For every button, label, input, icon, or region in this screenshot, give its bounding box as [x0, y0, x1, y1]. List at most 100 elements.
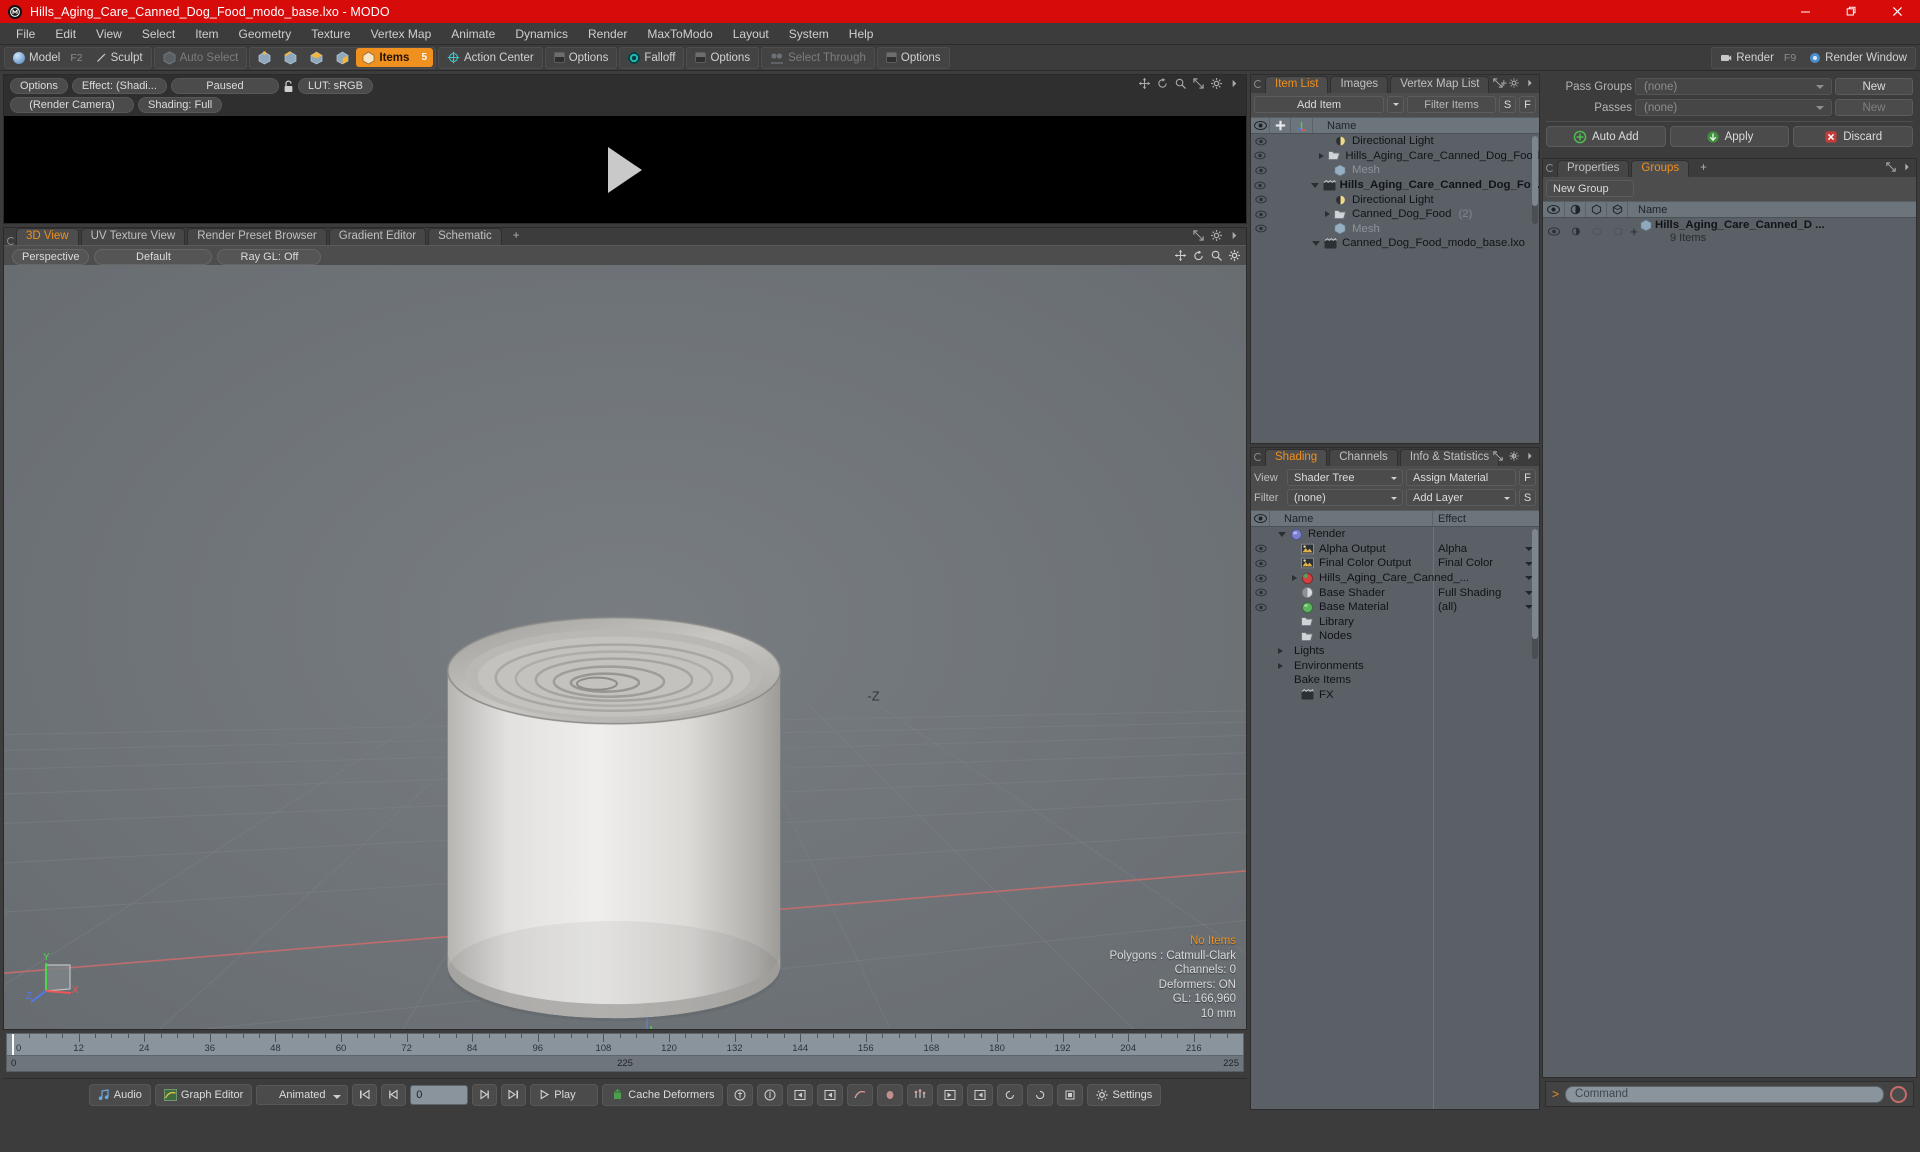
- 3d-viewport[interactable]: -Z Y X Z No Items Polygons: Catmull-Cla…: [4, 265, 1246, 1029]
- select-through-button[interactable]: Select Through: [764, 48, 872, 67]
- shader-effect-cell[interactable]: [1434, 571, 1538, 586]
- maximize-button[interactable]: [1828, 0, 1874, 23]
- select-through-options-button[interactable]: Options: [880, 48, 947, 67]
- ease-button[interactable]: [877, 1083, 904, 1106]
- visibility-toggle-icon[interactable]: [1251, 151, 1268, 160]
- shading-scrollbar[interactable]: [1532, 529, 1538, 659]
- visibility-toggle-icon[interactable]: [1251, 210, 1270, 219]
- expand-icon[interactable]: [1193, 78, 1204, 89]
- tab-properties[interactable]: Properties: [1557, 160, 1630, 177]
- item-list-s-button[interactable]: S: [1499, 96, 1516, 113]
- timeline-playhead[interactable]: [12, 1034, 14, 1055]
- table-row[interactable]: Render: [1251, 527, 1539, 542]
- disclosure-closed-icon[interactable]: [1278, 648, 1283, 655]
- tab-shading[interactable]: Shading: [1265, 449, 1328, 466]
- tab-gradient-editor[interactable]: Gradient Editor: [328, 228, 427, 245]
- move-icon[interactable]: [1139, 78, 1150, 89]
- discard-button[interactable]: Discard: [1793, 126, 1914, 147]
- render-options-button[interactable]: Options: [10, 78, 68, 94]
- menu-help[interactable]: Help: [839, 25, 884, 43]
- shading-filter-select[interactable]: (none): [1287, 489, 1403, 506]
- table-row[interactable]: Hills_Aging_Care_Canned_Dog_Fo ...: [1251, 178, 1539, 193]
- audio-button[interactable]: Audio: [88, 1083, 151, 1106]
- expand-icon[interactable]: [1493, 78, 1503, 88]
- disclosure-open-icon[interactable]: [1278, 531, 1286, 537]
- visibility-toggle-icon[interactable]: [1251, 181, 1270, 190]
- render-shading-button[interactable]: Shading: Full: [138, 97, 223, 113]
- table-row[interactable]: Base Shader Full Shading: [1251, 585, 1539, 600]
- table-row[interactable]: Directional Light: [1251, 134, 1539, 149]
- move-icon[interactable]: [1175, 250, 1186, 261]
- menu-edit[interactable]: Edit: [45, 25, 86, 43]
- goto-end-button[interactable]: [501, 1083, 527, 1106]
- key-all-button[interactable]: [727, 1083, 754, 1106]
- command-input[interactable]: Command: [1565, 1085, 1884, 1103]
- shader-effect-cell[interactable]: Full Shading: [1434, 585, 1538, 600]
- table-row[interactable]: Bake Items: [1251, 673, 1539, 688]
- menu-system[interactable]: System: [779, 25, 839, 43]
- table-row[interactable]: Final Color Output Final Color: [1251, 556, 1539, 571]
- shading-list-body[interactable]: Render Alpha Output Alpha Final Color Outpu…: [1251, 527, 1539, 1109]
- tab-add-button[interactable]: +: [504, 229, 529, 245]
- table-row[interactable]: Alpha Output Alpha: [1251, 542, 1539, 557]
- group-shading-toggle[interactable]: [1565, 227, 1586, 236]
- disclosure-open-icon[interactable]: [1312, 240, 1320, 246]
- shader-tree-select[interactable]: Shader Tree: [1287, 469, 1403, 486]
- next-key-button[interactable]: [817, 1083, 844, 1106]
- tab-info-statistics[interactable]: Info & Statistics: [1399, 449, 1500, 466]
- tab-images[interactable]: Images: [1330, 76, 1389, 93]
- add-item-dropdown[interactable]: [1387, 96, 1404, 113]
- chevron-right-icon[interactable]: [1902, 162, 1912, 172]
- table-row[interactable]: Mesh: [1251, 163, 1539, 178]
- visibility-toggle-icon[interactable]: [1251, 195, 1270, 204]
- disclosure-open-icon[interactable]: [1310, 182, 1319, 188]
- gear-icon[interactable]: [1229, 250, 1240, 261]
- bake-button[interactable]: [1057, 1083, 1084, 1106]
- menu-dynamics[interactable]: Dynamics: [505, 25, 578, 43]
- group-visibility-icon[interactable]: [1543, 226, 1565, 236]
- render-window-button[interactable]: Render Window: [1803, 48, 1913, 67]
- timeline-range-bar[interactable]: 0 225 225: [6, 1056, 1244, 1072]
- visibility-toggle-icon[interactable]: [1251, 224, 1270, 233]
- loop-out-button[interactable]: [967, 1083, 994, 1106]
- disclosure-closed-icon[interactable]: [1292, 575, 1297, 582]
- tab-channels[interactable]: Channels: [1329, 449, 1398, 466]
- visibility-toggle-icon[interactable]: [1251, 544, 1270, 553]
- command-record-icon[interactable]: [1890, 1085, 1907, 1103]
- table-row[interactable]: Canned_Dog_Food_modo_base.lxo: [1251, 236, 1539, 251]
- menu-texture[interactable]: Texture: [301, 25, 360, 43]
- rotate-icon[interactable]: [1157, 78, 1168, 89]
- menu-view[interactable]: View: [86, 25, 132, 43]
- view-raygl-button[interactable]: Ray GL: Off: [217, 248, 322, 265]
- key-delete-button[interactable]: [757, 1083, 784, 1106]
- disclosure-closed-icon[interactable]: [1319, 152, 1325, 159]
- render-effect-button[interactable]: Effect: (Shadi...: [71, 78, 167, 94]
- visibility-toggle-icon[interactable]: [1251, 137, 1270, 146]
- passes-new-button[interactable]: New: [1835, 99, 1913, 116]
- graph-editor-button[interactable]: Graph Editor: [154, 1083, 253, 1106]
- menu-item[interactable]: Item: [185, 25, 228, 43]
- menu-animate[interactable]: Animate: [441, 25, 505, 43]
- render-button[interactable]: Render F9: [1714, 48, 1802, 67]
- polygon-mode-button[interactable]: [304, 48, 329, 67]
- view-shading-style-button[interactable]: Default: [94, 248, 213, 265]
- current-frame-field[interactable]: 0: [410, 1084, 469, 1105]
- auto-select-button[interactable]: Auto Select: [157, 48, 245, 67]
- cache-deformers-button[interactable]: Cache Deformers: [602, 1083, 724, 1106]
- expand-icon[interactable]: [1493, 451, 1503, 461]
- visibility-toggle-icon[interactable]: [1251, 559, 1270, 568]
- pass-groups-select[interactable]: (none): [1635, 78, 1832, 95]
- menu-layout[interactable]: Layout: [723, 25, 779, 43]
- animation-mode-select[interactable]: Animated: [256, 1084, 349, 1105]
- group-row[interactable]: + Hills_Aging_Care_Canned_D ... 9 Items: [1543, 218, 1916, 244]
- tab-3d-view[interactable]: 3D View: [16, 228, 79, 245]
- shader-effect-cell[interactable]: (all): [1434, 600, 1538, 615]
- shading-pane-menu-icon[interactable]: [1254, 453, 1262, 461]
- chevron-right-icon[interactable]: [1229, 78, 1240, 89]
- zoom-icon[interactable]: [1211, 250, 1222, 261]
- rotate-key-button[interactable]: [997, 1083, 1024, 1106]
- chevron-right-icon[interactable]: [1525, 451, 1535, 461]
- play-button[interactable]: Play: [530, 1083, 599, 1106]
- tab-uv-texture-view[interactable]: UV Texture View: [80, 228, 186, 245]
- menu-file[interactable]: File: [6, 25, 45, 43]
